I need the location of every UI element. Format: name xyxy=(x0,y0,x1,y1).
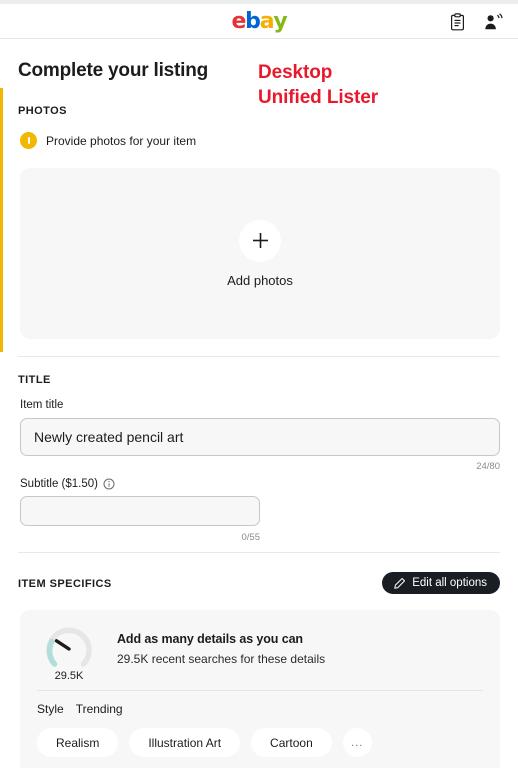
seller-announcement-icon[interactable] xyxy=(482,10,504,34)
gauge-value-label: 29.5K xyxy=(54,670,84,682)
chip-illustration-art[interactable]: Illustration Art xyxy=(129,728,241,757)
logo-letter-e: e xyxy=(231,9,246,34)
section-label-title: TITLE xyxy=(18,374,51,386)
gauge-icon xyxy=(46,627,92,667)
logo-letter-y: y xyxy=(273,9,287,34)
search-volume-gauge: 29.5K xyxy=(37,623,101,682)
clipboard-icon[interactable] xyxy=(446,10,468,34)
logo-letter-b: b xyxy=(245,9,261,34)
annotation-overlay: Desktop Unified Lister xyxy=(258,60,378,110)
header-actions xyxy=(446,10,504,34)
chip-more-options[interactable]: ... xyxy=(342,728,372,757)
divider-title-specifics xyxy=(18,552,500,553)
info-icon[interactable] xyxy=(103,478,115,490)
section-label-photos: PHOTOS xyxy=(18,105,67,117)
aspect-trending-label: Trending xyxy=(75,702,123,716)
chip-cartoon[interactable]: Cartoon xyxy=(251,728,332,757)
aspect-value-chips: Realism Illustration Art Cartoon ... xyxy=(37,728,372,757)
chip-realism[interactable]: Realism xyxy=(37,728,119,757)
item-specifics-card: 29.5K Add as many details as you can 29.… xyxy=(20,610,500,768)
aspect-style-row: Style Trending xyxy=(37,702,123,716)
section-label-item-specifics: ITEM SPECIFICS xyxy=(18,578,112,590)
item-title-input[interactable] xyxy=(20,418,500,456)
subtitle-label-row: Subtitle ($1.50) xyxy=(20,478,115,490)
add-photos-label: Add photos xyxy=(227,272,293,288)
item-title-label: Item title xyxy=(20,399,64,411)
subtitle-label: Subtitle ($1.50) xyxy=(20,478,98,490)
edit-all-options-button[interactable]: Edit all options xyxy=(382,572,500,594)
edit-all-options-label: Edit all options xyxy=(412,577,487,589)
item-title-counter: 24/80 xyxy=(476,461,500,472)
subtitle-counter: 0/55 xyxy=(241,532,261,543)
pencil-icon xyxy=(394,577,406,589)
add-photos-dropzone[interactable]: Add photos xyxy=(20,168,500,339)
photos-warning: Provide photos for your item xyxy=(20,132,196,149)
ebay-logo[interactable]: ebay xyxy=(231,9,287,34)
listing-page: ebay Complete your listing Desktop Unifi… xyxy=(0,0,518,768)
annotation-line-1: Desktop xyxy=(258,62,333,83)
site-header: ebay xyxy=(0,4,518,39)
logo-letter-a: a xyxy=(259,9,275,34)
item-specifics-headline: Add as many details as you can xyxy=(117,632,303,646)
item-specifics-copy: Add as many details as you can 29.5K rec… xyxy=(117,632,325,666)
aspect-name-label: Style xyxy=(37,702,64,716)
warning-icon xyxy=(20,132,37,149)
annotation-line-2: Unified Lister xyxy=(258,87,379,109)
item-specifics-subtext: 29.5K recent searches for these details xyxy=(117,652,326,666)
photos-warning-text: Provide photos for your item xyxy=(46,133,197,148)
plus-icon xyxy=(239,219,281,262)
divider-photos-title xyxy=(18,356,500,357)
card-inner-divider xyxy=(37,690,483,691)
page-title: Complete your listing xyxy=(18,60,209,81)
subtitle-input[interactable] xyxy=(20,496,260,526)
section-accent-bar xyxy=(0,88,3,352)
